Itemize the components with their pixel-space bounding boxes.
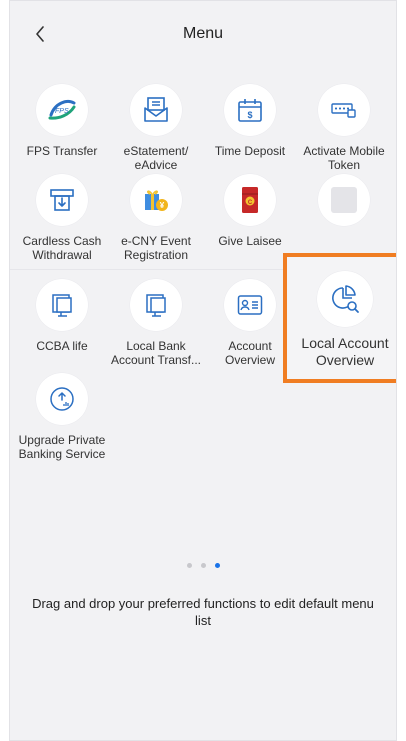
edit-hint-text: Drag and drop your preferred functions t… xyxy=(32,596,374,628)
menu-item-label: eStatement/ eAdvice xyxy=(123,144,189,172)
menu-item-icon-circle xyxy=(36,174,88,226)
menu-item-icon-circle xyxy=(317,271,373,327)
page-title: Menu xyxy=(182,25,224,42)
svg-text:C: C xyxy=(248,200,253,206)
placeholder-icon xyxy=(331,187,357,213)
ecny-gift-icon: ¥ xyxy=(145,190,168,211)
upgrade-private-banking-icon xyxy=(50,387,74,411)
menu-item-placeholder[interactable] xyxy=(297,174,391,234)
header: Menu xyxy=(10,1,396,67)
svg-text:¥: ¥ xyxy=(160,201,165,210)
menu-item-label: FPS Transfer xyxy=(26,144,98,158)
menu-item-label: Local Account Overview xyxy=(301,335,389,368)
menu-item-icon-circle: ¥ xyxy=(130,174,182,226)
menu-item-label: CCBA life xyxy=(36,339,88,353)
menu-screen: Menu FPS FPS Transfer eStatement/ eAdvic… xyxy=(9,0,397,741)
page-dot[interactable] xyxy=(200,563,206,568)
menu-item-label: Cardless Cash Withdrawal xyxy=(22,234,102,262)
estatement-icon xyxy=(144,97,168,122)
fps-icon: FPS xyxy=(48,100,76,120)
menu-item-local-account-overview[interactable]: Local Account Overview xyxy=(287,271,396,369)
svg-text:FPS: FPS xyxy=(55,108,69,115)
menu-item-ccba-life[interactable]: CCBA life xyxy=(15,279,109,353)
menu-item-icon-circle xyxy=(36,279,88,331)
menu-item-activate-mobile-token[interactable]: Activate Mobile Token xyxy=(297,84,391,172)
menu-item-label: Activate Mobile Token xyxy=(303,144,385,172)
menu-item-label: Upgrade Private Banking Service xyxy=(18,433,106,461)
menu-item-label: Time Deposit xyxy=(214,144,286,158)
menu-item-upgrade-private-banking[interactable]: Upgrade Private Banking Service xyxy=(15,373,109,461)
menu-item-icon-circle: FPS xyxy=(36,84,88,136)
menu-item-estatement[interactable]: eStatement/ eAdvice xyxy=(109,84,203,172)
menu-item-fps-transfer[interactable]: FPS FPS Transfer xyxy=(15,84,109,158)
menu-item-cardless-cash[interactable]: Cardless Cash Withdrawal xyxy=(15,174,109,262)
menu-item-icon-circle xyxy=(318,84,370,136)
menu-item-label: Give Laisee xyxy=(218,234,282,248)
account-overview-icon xyxy=(237,295,263,315)
menu-item-local-bank-transfer[interactable]: Local Bank Account Transf... xyxy=(109,279,203,367)
menu-item-icon-circle: C xyxy=(224,174,276,226)
laisee-envelope-icon: C xyxy=(242,187,258,213)
local-account-overview-icon xyxy=(332,285,359,313)
page-dot[interactable] xyxy=(186,563,192,568)
ccba-life-icon xyxy=(52,294,72,317)
mobile-token-icon xyxy=(331,103,356,118)
menu-item-icon-circle xyxy=(130,84,182,136)
menu-item-give-laisee[interactable]: C Give Laisee xyxy=(203,174,297,248)
menu-item-icon-circle xyxy=(36,373,88,425)
time-deposit-icon: $ xyxy=(238,99,262,122)
svg-text:$: $ xyxy=(247,110,252,120)
menu-item-icon-circle xyxy=(318,174,370,226)
menu-item-label: e-CNY Event Registration xyxy=(121,234,191,262)
menu-item-time-deposit[interactable]: $ Time Deposit xyxy=(203,84,297,158)
menu-item-icon-circle xyxy=(130,279,182,331)
page-dot-active[interactable] xyxy=(214,563,220,568)
menu-item-icon-circle: $ xyxy=(224,84,276,136)
menu-item-icon-circle xyxy=(224,279,276,331)
dragged-item-highlight[interactable]: Local Account Overview xyxy=(283,253,396,383)
cardless-cash-icon xyxy=(50,189,74,211)
menu-item-label: Local Bank Account Transf... xyxy=(110,339,202,367)
page-indicator xyxy=(10,563,396,568)
local-bank-transfer-icon xyxy=(146,294,166,317)
menu-item-ecny-event[interactable]: ¥ e-CNY Event Registration xyxy=(109,174,203,262)
